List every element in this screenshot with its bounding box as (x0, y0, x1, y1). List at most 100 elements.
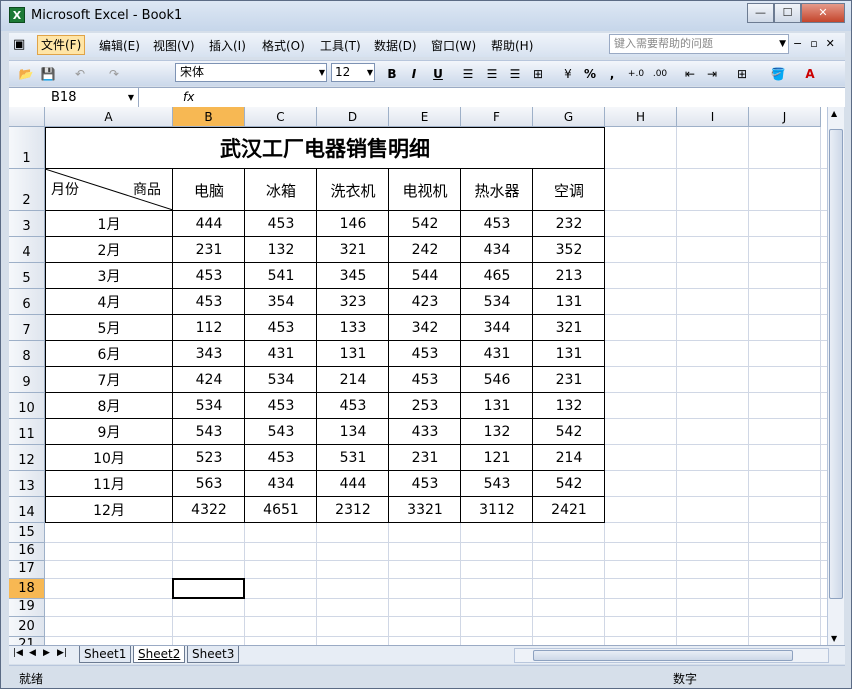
table-cell[interactable]: 542 (533, 419, 605, 445)
italic-button[interactable]: I (405, 65, 423, 83)
font-size-select[interactable]: 12 ▼ (331, 63, 375, 82)
row-header-5[interactable]: 5 (9, 263, 45, 289)
row-header-16[interactable]: 16 (9, 543, 45, 561)
help-search-input[interactable]: 键入需要帮助的问题 ▼ (609, 34, 789, 54)
row-header-8[interactable]: 8 (9, 341, 45, 367)
row-header-7[interactable]: 7 (9, 315, 45, 341)
table-cell[interactable]: 424 (173, 367, 245, 393)
table-cell[interactable]: 131 (317, 341, 389, 367)
table-cell[interactable]: 453 (461, 211, 533, 237)
row-header-17[interactable]: 17 (9, 561, 45, 579)
menu-tools[interactable]: 工具(T) (320, 37, 361, 54)
row-header-4[interactable]: 4 (9, 237, 45, 263)
month-cell[interactable]: 7月 (45, 367, 173, 393)
month-cell[interactable]: 2月 (45, 237, 173, 263)
bold-button[interactable]: B (383, 65, 401, 83)
decrease-indent-icon[interactable]: ⇤ (681, 65, 699, 83)
row-header-1[interactable]: 1 (9, 127, 45, 169)
table-cell[interactable]: 453 (389, 471, 461, 497)
workbook-window-controls[interactable]: −▫✕ (793, 37, 843, 50)
table-cell[interactable]: 354 (245, 289, 317, 315)
row-header-13[interactable]: 13 (9, 471, 45, 497)
fx-icon[interactable]: fx (183, 90, 194, 104)
percent-button[interactable]: % (581, 65, 599, 83)
font-name-select[interactable]: 宋体 ▼ (175, 63, 327, 82)
column-header-A[interactable]: A (45, 107, 173, 127)
table-cell[interactable]: 453 (245, 211, 317, 237)
name-box[interactable]: B18 ▼ (9, 88, 139, 107)
horizontal-scrollbar[interactable] (514, 648, 829, 663)
minimize-button[interactable]: — (747, 3, 774, 23)
increase-indent-icon[interactable]: ⇥ (703, 65, 721, 83)
table-cell[interactable]: 465 (461, 263, 533, 289)
row-header-14[interactable]: 14 (9, 497, 45, 523)
scroll-down-icon[interactable]: ▼ (831, 634, 837, 643)
sheet-tab-1[interactable]: Sheet1 (79, 646, 132, 663)
row-header-15[interactable]: 15 (9, 523, 45, 543)
table-cell[interactable]: 541 (245, 263, 317, 289)
column-header-C[interactable]: C (245, 107, 317, 127)
table-cell[interactable]: 563 (173, 471, 245, 497)
table-cell[interactable]: 121 (461, 445, 533, 471)
table-cell[interactable]: 543 (461, 471, 533, 497)
comma-button[interactable]: , (603, 65, 621, 83)
month-cell[interactable]: 8月 (45, 393, 173, 419)
h-scroll-thumb[interactable] (533, 650, 793, 661)
table-cell[interactable]: 231 (389, 445, 461, 471)
table-cell[interactable]: 112 (173, 315, 245, 341)
menu-edit[interactable]: 编辑(E) (99, 37, 140, 54)
chevron-down-icon[interactable]: ▼ (128, 88, 134, 107)
row-header-21[interactable]: 21 (9, 637, 45, 645)
table-header-cell[interactable]: 电视机 (389, 169, 461, 211)
table-cell[interactable]: 131 (461, 393, 533, 419)
borders-icon[interactable]: ⊞ (733, 65, 751, 83)
table-cell[interactable]: 531 (317, 445, 389, 471)
table-cell[interactable]: 431 (461, 341, 533, 367)
scroll-up-icon[interactable]: ▲ (831, 109, 837, 118)
table-header-cell[interactable]: 冰箱 (245, 169, 317, 211)
table-cell[interactable]: 453 (245, 315, 317, 341)
table-cell[interactable]: 132 (245, 237, 317, 263)
merge-center-icon[interactable]: ⊞ (529, 65, 547, 83)
table-cell[interactable]: 253 (389, 393, 461, 419)
table-cell[interactable]: 133 (317, 315, 389, 341)
row-header-12[interactable]: 12 (9, 445, 45, 471)
table-cell[interactable]: 453 (389, 341, 461, 367)
table-cell[interactable]: 544 (389, 263, 461, 289)
fill-color-icon[interactable]: 🪣 (769, 65, 787, 83)
row-header-9[interactable]: 9 (9, 367, 45, 393)
font-color-icon[interactable]: A (801, 65, 819, 83)
month-cell[interactable]: 9月 (45, 419, 173, 445)
sheet-tab-3[interactable]: Sheet3 (187, 646, 240, 663)
table-cell[interactable]: 323 (317, 289, 389, 315)
row-header-6[interactable]: 6 (9, 289, 45, 315)
excel-icon[interactable]: X (9, 7, 25, 23)
table-cell[interactable]: 2312 (317, 497, 389, 523)
month-cell[interactable]: 6月 (45, 341, 173, 367)
next-sheet-icon[interactable]: ▶ (43, 648, 50, 658)
table-cell[interactable]: 434 (461, 237, 533, 263)
table-cell[interactable]: 523 (173, 445, 245, 471)
table-cell[interactable]: 3321 (389, 497, 461, 523)
month-cell[interactable]: 10月 (45, 445, 173, 471)
table-cell[interactable]: 431 (245, 341, 317, 367)
column-header-D[interactable]: D (317, 107, 389, 127)
table-cell[interactable]: 453 (317, 393, 389, 419)
table-cell[interactable]: 344 (461, 315, 533, 341)
chevron-down-icon[interactable]: ▼ (367, 64, 373, 81)
column-header-H[interactable]: H (605, 107, 677, 127)
table-cell[interactable]: 232 (533, 211, 605, 237)
table-cell[interactable]: 3112 (461, 497, 533, 523)
vertical-scrollbar[interactable]: ▲ ▼ (827, 107, 844, 645)
table-cell[interactable]: 352 (533, 237, 605, 263)
menu-format[interactable]: 格式(O) (262, 37, 305, 54)
table-cell[interactable]: 433 (389, 419, 461, 445)
table-cell[interactable]: 453 (173, 289, 245, 315)
table-cell[interactable]: 546 (461, 367, 533, 393)
align-center-icon[interactable]: ☰ (483, 65, 501, 83)
row-header-19[interactable]: 19 (9, 599, 45, 617)
menu-file[interactable]: 文件(F) (37, 35, 86, 55)
workbook-icon[interactable]: ▣ (13, 37, 25, 52)
sheet-tab-2[interactable]: Sheet2 (133, 646, 186, 663)
column-header-B[interactable]: B (173, 107, 245, 127)
